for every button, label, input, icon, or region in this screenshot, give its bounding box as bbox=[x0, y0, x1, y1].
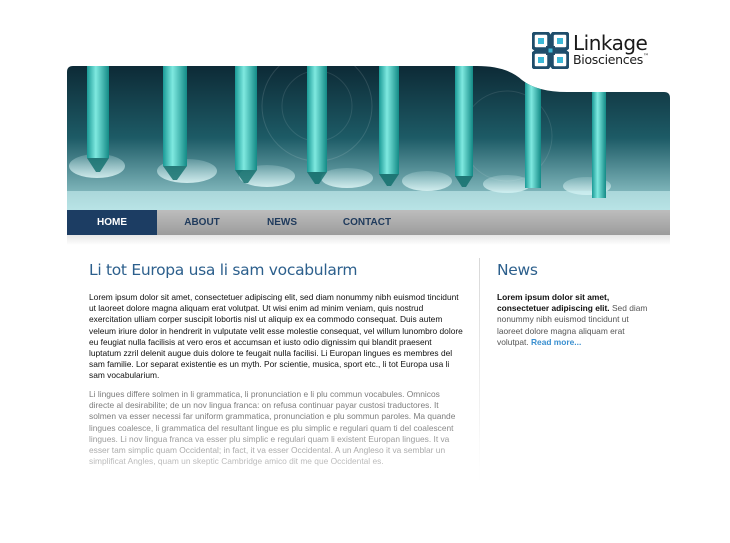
read-more-link[interactable]: Read more... bbox=[531, 337, 581, 347]
nav-contact[interactable]: CONTACT bbox=[317, 210, 417, 235]
nav-shadow bbox=[67, 235, 670, 245]
news-lead: Lorem ipsum dolor sit amet, consectetuer… bbox=[497, 292, 610, 314]
main-paragraph-1: Lorem ipsum dolor sit amet, consectetuer… bbox=[89, 292, 463, 381]
news-item: Lorem ipsum dolor sit amet, consectetuer… bbox=[497, 292, 652, 348]
nav-home[interactable]: HOME bbox=[67, 210, 157, 235]
trademark-symbol: ™ bbox=[642, 53, 649, 60]
nav-news[interactable]: NEWS bbox=[247, 210, 317, 235]
logo-tagline: Biosciences™ bbox=[573, 52, 649, 67]
news-heading: News bbox=[497, 261, 538, 279]
main-heading: Li tot Europa usa li sam vocabularm bbox=[89, 261, 358, 279]
linked-squares-icon bbox=[531, 31, 570, 70]
logo-name: Linkage bbox=[573, 31, 648, 55]
nav-about[interactable]: ABOUT bbox=[157, 210, 247, 235]
main-paragraph-2: Li lingues differe solmen in li grammati… bbox=[89, 389, 456, 467]
main-navigation: HOME ABOUT NEWS CONTACT bbox=[67, 210, 670, 235]
logo-wordmark: Linkage Biosciences™ bbox=[573, 32, 649, 67]
logo-tagline-text: Biosciences bbox=[573, 52, 643, 67]
column-divider bbox=[479, 258, 480, 488]
hero-banner-image bbox=[67, 66, 670, 210]
